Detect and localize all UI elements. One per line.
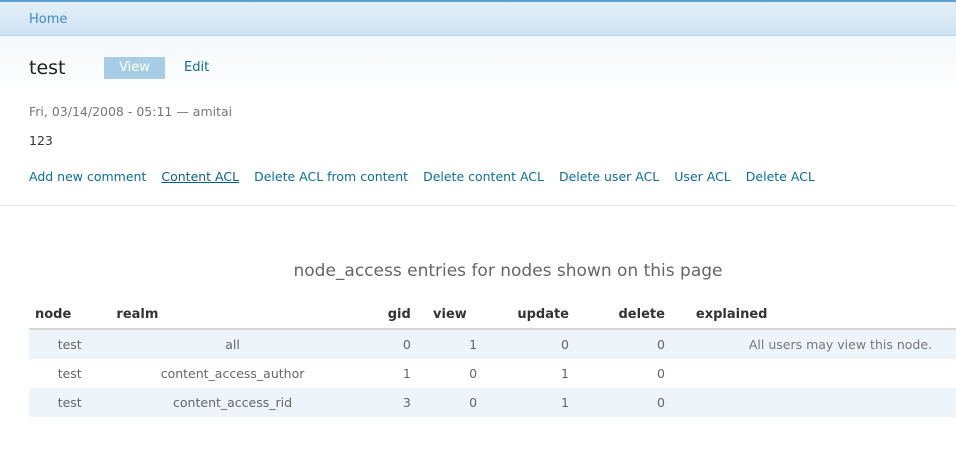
cell-update: 0 xyxy=(483,329,575,359)
column-header-update: update xyxy=(483,300,575,330)
cell-gid: 1 xyxy=(354,359,417,388)
tab-view[interactable]: View xyxy=(104,57,165,79)
cell-update: 1 xyxy=(483,388,575,417)
column-header-node: node xyxy=(29,300,111,330)
column-header-delete: delete xyxy=(575,300,671,330)
cell-view: 0 xyxy=(416,359,484,388)
node-links: Add new comment Content ACL Delete ACL fro… xyxy=(29,169,830,184)
cell-delete: 0 xyxy=(575,388,671,417)
table-row: test content_access_rid 3 0 1 0 xyxy=(29,388,956,417)
tab-edit[interactable]: Edit xyxy=(171,57,222,79)
cell-realm: all xyxy=(110,329,355,359)
column-header-explained: explained xyxy=(670,300,956,330)
cell-update: 1 xyxy=(483,359,575,388)
delete-acl-from-content-link[interactable]: Delete ACL from content xyxy=(254,169,408,184)
cell-explained xyxy=(670,359,956,388)
cell-explained: All users may view this node. xyxy=(670,329,956,359)
cell-view: 1 xyxy=(416,329,484,359)
submitted-info: Fri, 03/14/2008 - 05:11 — amitai xyxy=(29,104,233,119)
cell-delete: 0 xyxy=(575,329,671,359)
content-acl-link[interactable]: Content ACL xyxy=(161,169,239,184)
cell-node: test xyxy=(29,329,111,359)
breadcrumb: Home xyxy=(0,0,956,36)
cell-gid: 0 xyxy=(354,329,417,359)
cell-delete: 0 xyxy=(575,359,671,388)
delete-user-acl-link[interactable]: Delete user ACL xyxy=(559,169,659,184)
node-access-table: node realm gid view update delete explai… xyxy=(29,300,956,417)
column-header-gid: gid xyxy=(354,300,417,330)
cell-gid: 3 xyxy=(354,388,417,417)
table-row: test content_access_author 1 0 1 0 xyxy=(29,359,956,388)
page: Home test View Edit Fri, 03/14/2008 - 05… xyxy=(0,0,956,457)
column-header-realm: realm xyxy=(110,300,355,330)
divider xyxy=(0,205,956,206)
cell-node: test xyxy=(29,388,111,417)
node-body: 123 xyxy=(29,133,53,148)
add-new-comment-link[interactable]: Add new comment xyxy=(29,169,146,184)
table-row: test all 0 1 0 0 All users may view this… xyxy=(29,329,956,359)
delete-content-acl-link[interactable]: Delete content ACL xyxy=(423,169,544,184)
user-acl-link[interactable]: User ACL xyxy=(674,169,731,184)
cell-realm: content_access_rid xyxy=(110,388,355,417)
table-caption: node_access entries for nodes shown on t… xyxy=(293,261,723,281)
column-header-view: view xyxy=(416,300,484,330)
cell-explained xyxy=(670,388,956,417)
breadcrumb-home-link[interactable]: Home xyxy=(29,12,67,27)
cell-realm: content_access_author xyxy=(110,359,355,388)
delete-acl-link[interactable]: Delete ACL xyxy=(746,169,815,184)
cell-node: test xyxy=(29,359,111,388)
cell-view: 0 xyxy=(416,388,484,417)
page-title: test xyxy=(29,57,66,79)
table-header-row: node realm gid view update delete explai… xyxy=(29,300,956,330)
